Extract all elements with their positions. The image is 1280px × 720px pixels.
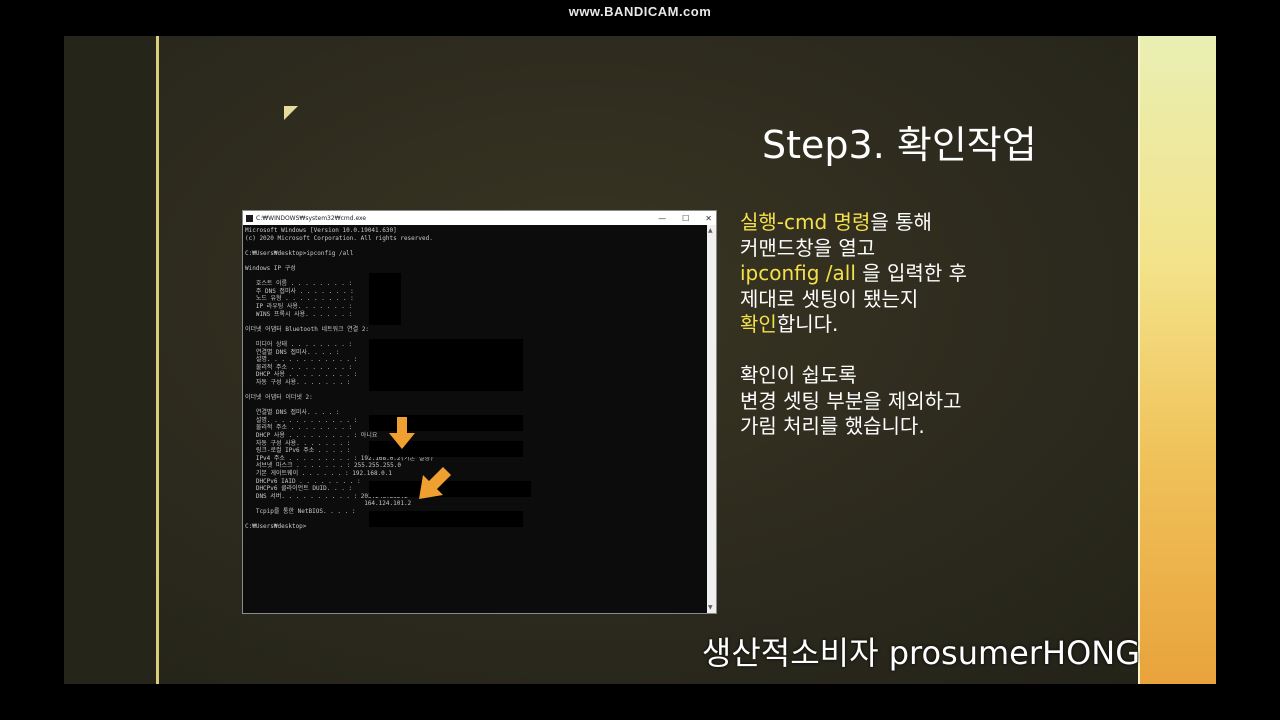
left-band — [64, 36, 156, 684]
slide-body: 실행-cmd 명령을 통해 커맨드창을 열고 ipconfig /all 을 입… — [740, 210, 1100, 440]
body-line-3: ipconfig /all 을 입력한 후 — [740, 261, 1100, 287]
cmd-output-line: C:₩Users₩desktop>ipconfig /all — [245, 249, 354, 257]
cmd-output-line: WINS 프록시 사용. . . . . . : — [245, 310, 353, 318]
cmd-output-line: DHCP 사용 . . . . . . . . . : 아니요 — [245, 432, 378, 440]
cmd-output-line: 이더넷 어댑터 Bluetooth 네트워크 연결 2: — [245, 325, 370, 333]
bandicam-watermark: www.BANDICAM.com — [568, 4, 712, 19]
highlight-confirm: 확인 — [740, 312, 777, 337]
cmd-output-line: 164.124.101.2 — [245, 500, 412, 508]
cmd-output-line — [245, 242, 707, 250]
down-arrow-icon — [389, 417, 415, 449]
highlight-ipconfig: ipconfig /all — [740, 261, 856, 286]
body-text-run: 합니다. — [776, 312, 839, 337]
body-text-run: 을 입력한 후 — [855, 261, 967, 286]
right-decorative-strip — [1140, 36, 1216, 684]
redaction-block — [369, 511, 523, 527]
highlight-run-cmd: 실행-cmd 명령 — [740, 210, 871, 234]
window-controls: — ☐ ✕ — [658, 211, 712, 225]
cmd-output-line: 노드 유형 . . . . . . . . . : — [245, 295, 354, 303]
cmd-output-line: Microsoft Windows [Version 10.0.19041.63… — [245, 227, 397, 234]
minimize-icon: — — [658, 213, 667, 223]
body-text-run: 을 통해 — [870, 210, 932, 234]
cmd-output-line: 서브넷 마스크 . . . . . . . : 255.255.255.0 — [245, 462, 401, 470]
scroll-down-icon: ▼ — [708, 604, 713, 611]
cmd-output-line: Windows IP 구성 — [245, 264, 296, 272]
cmd-output-line: 이더넷 어댑터 이더넷 2: — [245, 394, 313, 402]
cmd-app-icon — [246, 214, 253, 222]
presentation-slide: Step3. 확인작업 실행-cmd 명령을 통해 커맨드창을 열고 ipcon… — [64, 36, 1216, 684]
cmd-window-title: C:₩WINDOWS₩system32₩cmd.exe — [256, 214, 367, 222]
cmd-output-line: IP 라우팅 사용. . . . . . . : — [245, 302, 353, 310]
maximize-icon: ☐ — [682, 213, 690, 223]
cmd-titlebar: C:₩WINDOWS₩system32₩cmd.exe — ☐ ✕ — [243, 211, 716, 225]
close-icon: ✕ — [705, 213, 712, 223]
corner-triangle-icon — [284, 106, 298, 120]
body-line-7: 변경 셋팅 부분을 제외하고 — [740, 388, 962, 413]
scroll-up-icon: ▲ — [708, 227, 713, 234]
cmd-output-line — [245, 318, 707, 326]
channel-name: 생산적소비자 prosumerHONG — [701, 634, 1140, 672]
cmd-output-line: (c) 2020 Microsoft Corporation. All righ… — [245, 234, 433, 242]
diagonal-arrow-icon — [419, 467, 451, 499]
redaction-block — [369, 339, 523, 391]
body-line-2: 커맨드창을 열고 — [740, 235, 876, 260]
cmd-window-screenshot: C:₩WINDOWS₩system32₩cmd.exe — ☐ ✕ Micros… — [242, 210, 717, 614]
body-line-5: 확인합니다. — [740, 312, 1100, 338]
cmd-output-line — [245, 257, 707, 265]
cmd-output-line: 기본 게이트웨이 . . . . . . : 192.168.0.1 — [245, 470, 393, 477]
body-line-1: 실행-cmd 명령을 통해 — [740, 210, 1100, 236]
cmd-output-line: 호스트 이름 . . . . . . . . : — [245, 280, 353, 288]
cmd-scrollbar: ▲ ▼ — [707, 225, 716, 613]
body-line-6: 확인이 쉽도록 — [740, 362, 857, 387]
left-accent-line — [156, 36, 159, 684]
slide-title: Step3. 확인작업 — [762, 123, 1037, 167]
body-line-8: 가림 처리를 했습니다. — [740, 414, 925, 439]
body-line-4: 제대로 셋팅이 됐는지 — [740, 286, 919, 311]
redaction-block — [369, 273, 401, 325]
